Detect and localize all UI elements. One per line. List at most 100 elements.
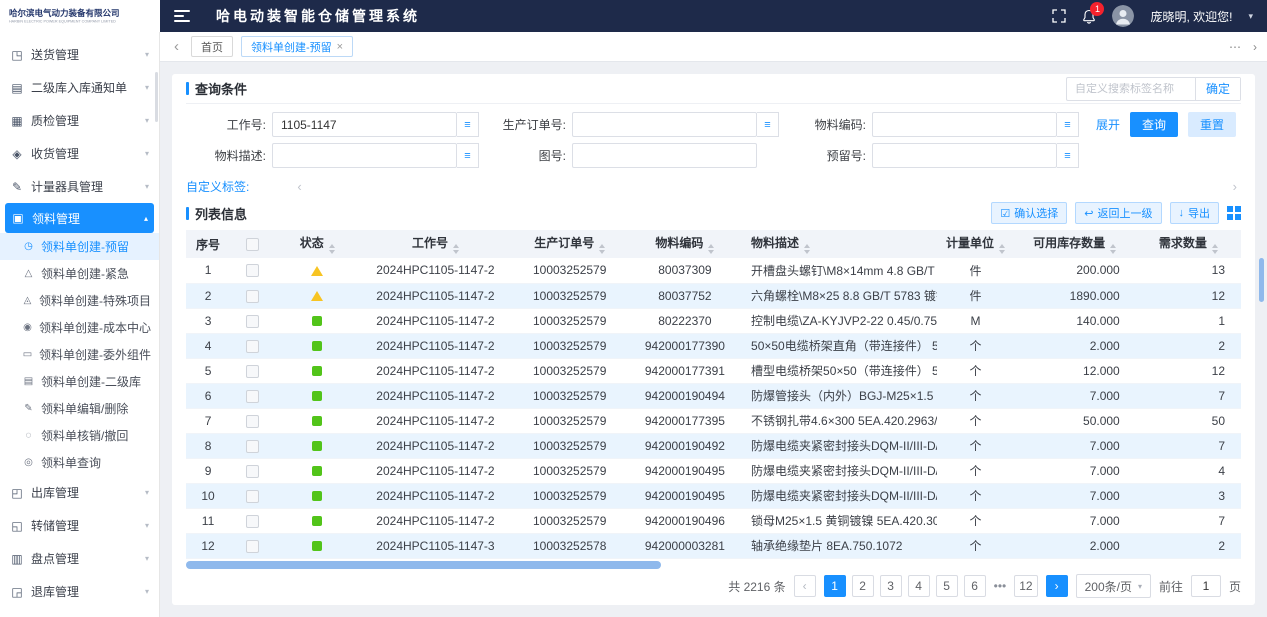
sort-icon[interactable] — [804, 244, 810, 254]
row-checkbox[interactable] — [246, 540, 259, 553]
column-header-material_desc[interactable]: 物料描述 — [741, 230, 937, 258]
horizontal-scrollbar[interactable] — [186, 561, 1241, 569]
back-up-level-button[interactable]: ↩ 返回上一级 — [1075, 202, 1161, 224]
reserve-no-input[interactable] — [872, 143, 1057, 168]
row-checkbox[interactable] — [246, 490, 259, 503]
table-row[interactable]: 42024HPC1105-1147-2100032525799420001773… — [186, 333, 1241, 358]
table-row[interactable]: 32024HPC1105-1147-21000325257980222370控制… — [186, 308, 1241, 333]
sidebar-subitem-5-2[interactable]: ◬领料单创建-特殊项目 — [0, 287, 159, 314]
material-code-input[interactable] — [872, 112, 1057, 137]
tags-next-icon[interactable]: › — [1233, 179, 1237, 194]
page-button-3[interactable]: 3 — [880, 575, 902, 597]
horizontal-scrollbar-thumb[interactable] — [186, 561, 661, 569]
page-size-select[interactable]: 200条/页 ▾ — [1076, 574, 1151, 598]
select-all-checkbox[interactable] — [246, 238, 259, 251]
page-button-12[interactable]: 12 — [1014, 575, 1037, 597]
notifications-button[interactable]: 1 — [1082, 9, 1096, 24]
row-checkbox[interactable] — [246, 515, 259, 528]
table-row[interactable]: 12024HPC1105-1147-21000325257980037309开槽… — [186, 258, 1241, 283]
tag-search-input[interactable] — [1067, 83, 1195, 95]
row-checkbox[interactable] — [246, 264, 259, 277]
sidebar-subitem-5-7[interactable]: ◌领料单核销/撤回 — [0, 422, 159, 449]
list-picker-icon[interactable]: ≡ — [1057, 143, 1079, 168]
tabs-more-icon[interactable]: ⋯ — [1229, 40, 1241, 54]
sidebar-item-5[interactable]: ▣领料管理▴ — [5, 203, 154, 233]
expand-link[interactable]: 展开 — [1096, 116, 1120, 133]
sidebar-item-1[interactable]: ▤二级库入库通知单▾ — [0, 71, 159, 104]
sidebar-subitem-5-4[interactable]: ▭领料单创建-委外组件 — [0, 341, 159, 368]
table-row[interactable]: 122024HPC1105-1147-310003252578942000003… — [186, 533, 1241, 558]
sidebar-subitem-5-0[interactable]: ◷领料单创建-预留 — [0, 233, 159, 260]
row-checkbox[interactable] — [246, 365, 259, 378]
list-picker-icon[interactable]: ≡ — [1057, 112, 1079, 137]
reset-button[interactable]: 重置 — [1188, 112, 1236, 137]
sidebar-subitem-5-6[interactable]: ✎领料单编辑/删除 — [0, 395, 159, 422]
column-header-demand[interactable]: 需求数量 — [1136, 230, 1241, 258]
drawing-no-input[interactable] — [572, 143, 757, 168]
confirm-button[interactable]: 确定 — [1195, 78, 1240, 100]
row-checkbox[interactable] — [246, 415, 259, 428]
tab-active[interactable]: 领料单创建-预留 × — [241, 36, 353, 57]
material-desc-input[interactable] — [272, 143, 457, 168]
table-row[interactable]: 102024HPC1105-1147-210003252579942000190… — [186, 483, 1241, 508]
table-row[interactable]: 72024HPC1105-1147-2100032525799420001773… — [186, 408, 1241, 433]
sort-icon[interactable] — [329, 244, 335, 254]
sidebar-subitem-5-1[interactable]: △领料单创建-紧急 — [0, 260, 159, 287]
sidebar-item-6[interactable]: ◰出库管理▾ — [0, 476, 159, 509]
sidebar-item-7[interactable]: ◱转储管理▾ — [0, 509, 159, 542]
sort-icon[interactable] — [999, 244, 1005, 254]
sidebar-item-0[interactable]: ◳送货管理▾ — [0, 38, 159, 71]
vertical-scrollbar-thumb[interactable] — [1259, 258, 1264, 302]
menu-collapse-icon[interactable] — [174, 10, 190, 22]
table-row[interactable]: 62024HPC1105-1147-2100032525799420001904… — [186, 383, 1241, 408]
row-checkbox[interactable] — [246, 340, 259, 353]
page-button-6[interactable]: 6 — [964, 575, 986, 597]
user-greeting[interactable]: 庞晓明, 欢迎您! — [1150, 8, 1232, 25]
page-ellipsis[interactable]: ••• — [992, 575, 1009, 597]
page-button-4[interactable]: 4 — [908, 575, 930, 597]
table-row[interactable]: 92024HPC1105-1147-2100032525799420001904… — [186, 458, 1241, 483]
column-header-status[interactable]: 状态 — [274, 230, 360, 258]
sidebar-subitem-5-8[interactable]: ◎领料单查询 — [0, 449, 159, 476]
tags-prev-icon[interactable]: ‹ — [297, 179, 301, 194]
page-button-2[interactable]: 2 — [852, 575, 874, 597]
search-button[interactable]: 查询 — [1130, 112, 1178, 137]
column-header-unit[interactable]: 计量单位 — [937, 230, 1013, 258]
close-icon[interactable]: × — [337, 41, 343, 53]
sidebar-item-2[interactable]: ▦质检管理▾ — [0, 104, 159, 137]
confirm-select-button[interactable]: ☑ 确认选择 — [991, 202, 1067, 224]
sidebar-subitem-5-3[interactable]: ◉领料单创建-成本中心 — [0, 314, 159, 341]
sidebar-item-9[interactable]: ◲退库管理▾ — [0, 575, 159, 608]
table-row[interactable]: 112024HPC1105-1147-210003252579942000190… — [186, 508, 1241, 533]
list-picker-icon[interactable]: ≡ — [457, 112, 479, 137]
row-checkbox[interactable] — [246, 440, 259, 453]
sidebar-item-4[interactable]: ✎计量器具管理▾ — [0, 170, 159, 203]
sidebar-scrollbar-thumb[interactable] — [155, 72, 158, 122]
export-button[interactable]: ↓ 导出 — [1170, 202, 1220, 224]
tabs-next-icon[interactable]: › — [1253, 40, 1257, 54]
row-checkbox[interactable] — [246, 315, 259, 328]
grid-view-icon[interactable] — [1227, 206, 1241, 220]
row-checkbox[interactable] — [246, 465, 259, 478]
table-row[interactable]: 52024HPC1105-1147-2100032525799420001773… — [186, 358, 1241, 383]
sidebar-item-3[interactable]: ◈收货管理▾ — [0, 137, 159, 170]
sidebar-item-8[interactable]: ▥盘点管理▾ — [0, 542, 159, 575]
sort-icon[interactable] — [453, 244, 459, 254]
column-header-material_code[interactable]: 物料编码 — [629, 230, 741, 258]
work-no-input[interactable] — [272, 112, 457, 137]
prev-page-button[interactable]: ‹ — [794, 575, 816, 597]
sort-icon[interactable] — [708, 244, 714, 254]
table-row[interactable]: 82024HPC1105-1147-2100032525799420001904… — [186, 433, 1241, 458]
table-row[interactable]: 22024HPC1105-1147-21000325257980037752六角… — [186, 283, 1241, 308]
column-header-work_no[interactable]: 工作号 — [360, 230, 510, 258]
row-checkbox[interactable] — [246, 290, 259, 303]
next-page-button[interactable]: › — [1046, 575, 1068, 597]
column-header-available[interactable]: 可用库存数量 — [1014, 230, 1136, 258]
avatar[interactable] — [1112, 5, 1134, 27]
tabs-prev-icon[interactable]: ‹ — [170, 38, 183, 55]
page-button-1[interactable]: 1 — [824, 575, 846, 597]
sort-icon[interactable] — [599, 244, 605, 254]
jump-page-input[interactable] — [1191, 575, 1221, 597]
sort-icon[interactable] — [1110, 244, 1116, 254]
column-header-order_no[interactable]: 生产订单号 — [511, 230, 629, 258]
